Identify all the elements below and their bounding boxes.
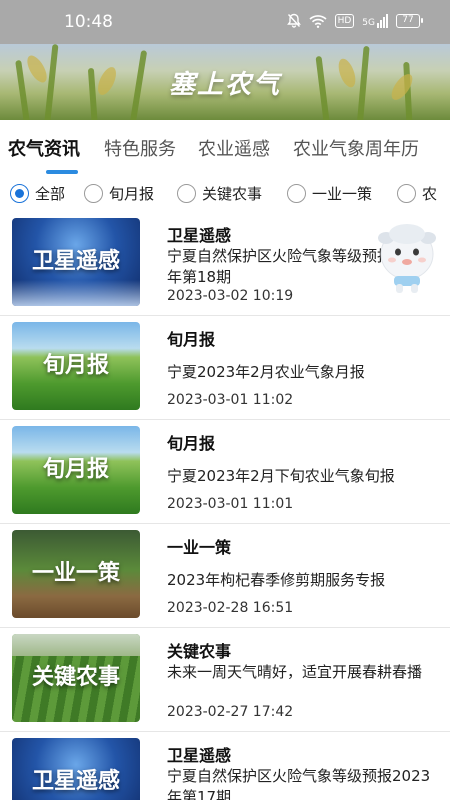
mascot-icon[interactable] <box>376 212 438 294</box>
active-tab-indicator <box>46 170 78 174</box>
filter-label: 关键农事 <box>202 185 263 203</box>
hd-icon: HD <box>334 13 355 28</box>
item-date: 2023-03-01 11:01 <box>167 496 294 512</box>
item-date: 2023-03-01 11:02 <box>167 392 294 408</box>
thumbnail-label: 一业一策 <box>31 561 120 586</box>
radio-checked-icon[interactable] <box>10 184 29 203</box>
thumbnail-label: 旬月报 <box>42 457 109 482</box>
item-title: 关键农事 <box>167 642 232 661</box>
signal-5g-icon: 5G <box>362 13 388 28</box>
filter-label: 一业一策 <box>312 185 373 203</box>
news-list: 卫星遥感 卫星遥感 宁夏自然保护区火险气象等级预报2023年第18期 2023-… <box>0 212 450 800</box>
filter-radio-group: 全部 旬月报 关键农事 一业一策 农 <box>0 180 450 210</box>
radio-icon[interactable] <box>397 184 416 203</box>
banner: 塞上农气 <box>0 44 450 120</box>
filter-one-industry-one-policy[interactable]: 一业一策 <box>287 183 372 204</box>
thumbnail-label: 卫星遥感 <box>31 769 120 794</box>
item-description: 宁夏自然保护区火险气象等级预报2023年第17期 <box>167 767 431 800</box>
item-date: 2023-02-28 16:51 <box>167 600 294 616</box>
category-tabs: 农气资讯 特色服务 农业遥感 农业气象周年历 <box>0 132 450 176</box>
tab-agro-calendar[interactable]: 农业气象周年历 <box>293 135 419 161</box>
item-date: 2023-02-27 17:42 <box>167 704 294 720</box>
battery-icon: 77 <box>396 13 423 28</box>
item-title: 旬月报 <box>167 330 216 349</box>
bell-off-icon <box>286 13 301 28</box>
item-title: 一业一策 <box>167 538 232 557</box>
list-item[interactable]: 一业一策 一业一策 2023年枸杞春季修剪期服务专报 2023-02-28 16… <box>0 524 450 628</box>
filter-label: 农 <box>422 185 438 203</box>
filter-all[interactable]: 全部 <box>10 183 65 204</box>
item-title: 卫星遥感 <box>167 746 232 765</box>
tab-remote-sensing[interactable]: 农业遥感 <box>198 135 270 161</box>
tab-special-services[interactable]: 特色服务 <box>104 135 176 161</box>
item-description: 宁夏2023年2月农业气象月报 <box>167 363 365 381</box>
list-item[interactable]: 关键农事 关键农事 未来一周天气晴好，适宜开展春耕春播 2023-02-27 1… <box>0 628 450 732</box>
thumbnail-label: 旬月报 <box>42 353 109 378</box>
tab-news[interactable]: 农气资讯 <box>8 135 80 161</box>
filter-agri[interactable]: 农 <box>397 183 437 204</box>
banner-title: 塞上农气 <box>168 70 281 100</box>
filter-label: 旬月报 <box>109 185 155 203</box>
radio-icon[interactable] <box>177 184 196 203</box>
thumbnail-label: 关键农事 <box>31 665 120 690</box>
status-time: 10:48 <box>64 12 113 32</box>
item-thumbnail: 卫星遥感 <box>12 738 140 800</box>
item-title: 旬月报 <box>167 434 216 453</box>
item-description: 未来一周天气晴好，适宜开展春耕春播 <box>167 663 423 681</box>
list-item[interactable]: 旬月报 旬月报 宁夏2023年2月农业气象月报 2023-03-01 11:02 <box>0 316 450 420</box>
radio-icon[interactable] <box>287 184 306 203</box>
status-bar: 10:48 HD 5G 77 <box>0 0 450 44</box>
list-item[interactable]: 卫星遥感 卫星遥感 宁夏自然保护区火险气象等级预报2023年第17期 <box>0 732 450 800</box>
list-item[interactable]: 旬月报 旬月报 宁夏2023年2月下旬农业气象旬报 2023-03-01 11:… <box>0 420 450 524</box>
filter-ten-day-monthly[interactable]: 旬月报 <box>84 183 154 204</box>
item-thumbnail: 一业一策 <box>12 530 140 618</box>
network-label: 5G <box>362 17 375 28</box>
thumbnail-label: 卫星遥感 <box>31 249 120 274</box>
item-thumbnail: 旬月报 <box>12 322 140 410</box>
item-thumbnail: 旬月报 <box>12 426 140 514</box>
item-thumbnail: 关键农事 <box>12 634 140 722</box>
item-thumbnail: 卫星遥感 <box>12 218 140 306</box>
filter-key-farming[interactable]: 关键农事 <box>177 183 262 204</box>
item-description: 宁夏2023年2月下旬农业气象旬报 <box>167 467 395 485</box>
item-description: 2023年枸杞春季修剪期服务专报 <box>167 571 386 589</box>
filter-label: 全部 <box>35 185 66 203</box>
status-icons: HD 5G 77 <box>286 13 423 28</box>
radio-icon[interactable] <box>84 184 103 203</box>
wifi-icon <box>309 14 327 28</box>
item-date: 2023-03-02 10:19 <box>167 288 294 304</box>
item-title: 卫星遥感 <box>167 226 232 245</box>
